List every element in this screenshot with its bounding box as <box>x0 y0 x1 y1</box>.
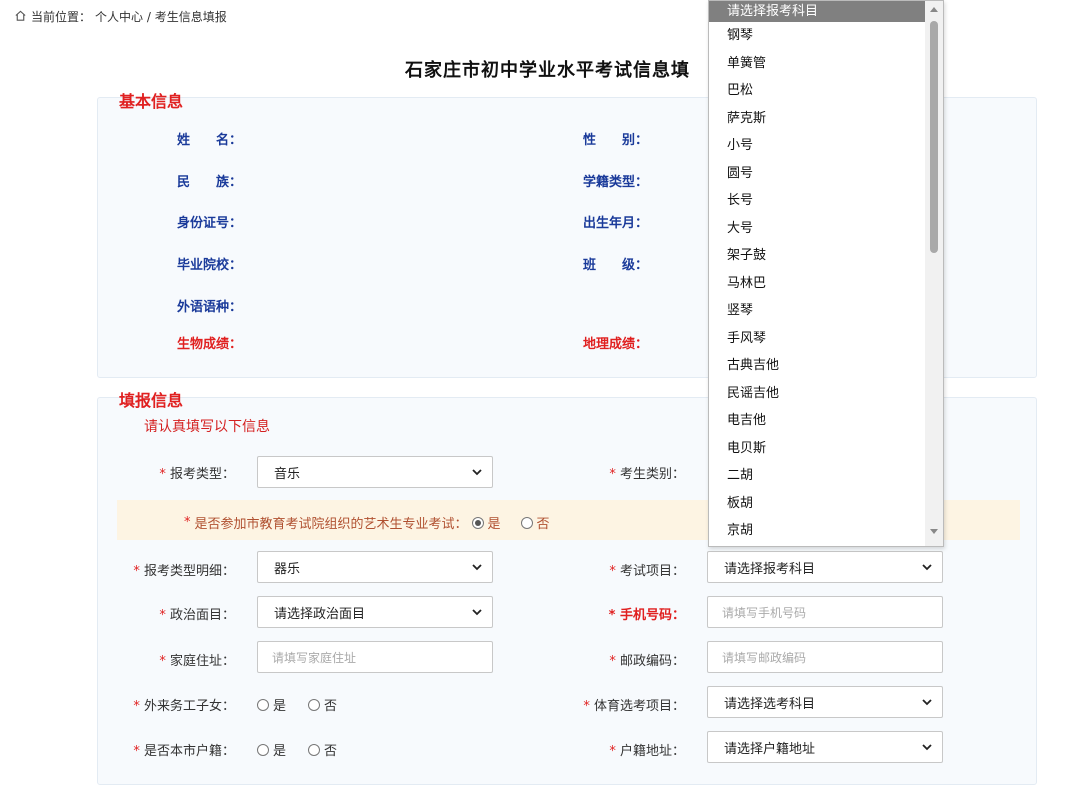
dropdown-option[interactable]: 圆号 <box>709 160 943 188</box>
breadcrumb: 当前位置： 个人中心 / 考生信息填报 <box>14 8 227 25</box>
political-value: 请选择政治面目 <box>274 606 366 622</box>
political-label: * 政治面目： <box>159 608 235 623</box>
local-hukou-no-label: 否 <box>324 744 338 759</box>
dropdown-option[interactable]: 竖琴 <box>709 297 943 325</box>
migrant-yes-radio[interactable] <box>257 698 269 711</box>
chevron-down-icon <box>472 564 482 571</box>
migrant-no-radio[interactable] <box>308 698 321 711</box>
address-label: * 家庭住址： <box>159 654 235 669</box>
dropdown-option[interactable]: 大号 <box>709 215 943 243</box>
chevron-down-icon <box>472 469 482 476</box>
scroll-thumb[interactable] <box>930 21 938 253</box>
dropdown-option[interactable]: 长号 <box>709 187 943 215</box>
postcode-input[interactable]: 请填写邮政编码 <box>707 641 943 673</box>
dropdown-option[interactable]: 手风琴 <box>709 325 943 353</box>
page-title: 石家庄市初中学业水平考试信息填 <box>405 60 690 81</box>
phone-label: * 手机号码： <box>608 608 685 623</box>
local-hukou-label: * 是否本市户籍： <box>133 744 235 759</box>
art-exam-no-label: 否 <box>536 517 550 532</box>
scroll-down-icon[interactable] <box>929 528 939 536</box>
name-label: 姓 名： <box>177 133 243 148</box>
exam-type-select[interactable]: 音乐 <box>257 456 493 488</box>
exam-type-value: 音乐 <box>274 466 301 482</box>
dropdown-option[interactable]: 马林巴 <box>709 270 943 298</box>
dropdown-option[interactable]: 萨克斯 <box>709 105 943 133</box>
phone-input[interactable]: 请填写手机号码 <box>707 596 943 628</box>
art-exam-yes-radio[interactable] <box>471 516 484 529</box>
dropdown-option[interactable]: 电贝斯 <box>709 435 943 463</box>
migrant-no-label: 否 <box>324 699 338 714</box>
dropdown-option[interactable]: 巴松 <box>709 77 943 105</box>
address-input[interactable]: 请填写家庭住址 <box>257 641 493 673</box>
exam-item-dropdown[interactable]: 请选择报考科目 钢琴 单簧管 巴松 萨克斯 小号 圆号 长号 大号 架子鼓 马林巴 竖琴 手风琴 古典吉他… <box>708 0 944 547</box>
dropdown-option[interactable]: 板胡 <box>709 490 943 518</box>
postcode-label: * 邮政编码： <box>609 654 685 669</box>
language-label: 外语语种： <box>177 300 243 315</box>
chevron-down-icon <box>922 699 932 706</box>
biology-label: 生物成绩： <box>177 337 243 352</box>
art-exam-yes-label: 是 <box>487 517 501 532</box>
local-hukou-radio-group: 是 否 <box>257 740 337 759</box>
dropdown-option[interactable]: 请选择报考科目 <box>709 1 943 22</box>
dropdown-options: 请选择报考科目 钢琴 单簧管 巴松 萨克斯 小号 圆号 长号 大号 架子鼓 马林巴 竖琴 手风琴 古典吉他… <box>709 1 943 545</box>
chevron-down-icon <box>922 744 932 751</box>
postcode-placeholder: 请填写邮政编码 <box>722 650 807 665</box>
fill-info-title: 填报信息 <box>119 391 184 410</box>
dropdown-option[interactable]: 电吉他 <box>709 407 943 435</box>
dropdown-option[interactable]: 单簧管 <box>709 50 943 78</box>
home-icon <box>14 9 27 25</box>
pe-item-value: 请选择选考科目 <box>724 696 816 712</box>
basic-info-title: 基本信息 <box>119 92 184 111</box>
hukou-address-value: 请选择户籍地址 <box>724 741 816 757</box>
chevron-down-icon <box>472 609 482 616</box>
school-label: 毕业院校： <box>177 258 243 273</box>
hukou-address-label: * 户籍地址： <box>609 744 685 759</box>
geography-label: 地理成绩： <box>583 337 649 352</box>
political-select[interactable]: 请选择政治面目 <box>257 596 493 628</box>
local-hukou-no-radio[interactable] <box>308 743 321 756</box>
scroll-up-icon[interactable] <box>929 5 939 13</box>
breadcrumb-prefix: 当前位置： <box>31 10 92 24</box>
dropdown-option[interactable]: 古典吉他 <box>709 352 943 380</box>
exam-type-detail-label: * 报考类型明细： <box>133 564 235 579</box>
class-label: 班 级： <box>583 258 649 273</box>
art-exam-no-radio[interactable] <box>520 516 533 529</box>
birth-label: 出生年月： <box>583 216 649 231</box>
exam-type-detail-value: 器乐 <box>274 561 301 577</box>
exam-item-label: * 考试项目： <box>609 564 685 579</box>
chevron-down-icon <box>922 564 932 571</box>
exam-type-label: * 报考类型： <box>159 467 235 482</box>
address-placeholder: 请填写家庭住址 <box>272 650 357 665</box>
migrant-yes-label: 是 <box>273 699 287 714</box>
ethnicity-label: 民 族： <box>177 175 243 190</box>
dropdown-scrollbar[interactable] <box>925 1 943 546</box>
local-hukou-yes-radio[interactable] <box>257 743 269 756</box>
gender-label: 性 别： <box>583 133 649 148</box>
migrant-radio-group: 是 否 <box>257 695 337 714</box>
pe-item-select[interactable]: 请选择选考科目 <box>707 686 943 718</box>
enroll-type-label: 学籍类型： <box>583 175 649 190</box>
breadcrumb-path[interactable]: 个人中心 / 考生信息填报 <box>95 8 227 25</box>
pe-item-label: * 体育选考项目： <box>583 699 685 714</box>
exam-item-select[interactable]: 请选择报考科目 <box>707 551 943 583</box>
id-number-label: 身份证号： <box>177 216 243 231</box>
exam-type-detail-select[interactable]: 器乐 <box>257 551 493 583</box>
dropdown-option[interactable]: 二胡 <box>709 462 943 490</box>
migrant-label: * 外来务工子女： <box>133 699 235 714</box>
dropdown-option[interactable]: 钢琴 <box>709 22 943 50</box>
dropdown-option[interactable]: 京胡 <box>709 517 943 545</box>
dropdown-option[interactable]: 民谣吉他 <box>709 380 943 408</box>
student-category-label: * 考生类别： <box>609 467 685 482</box>
dropdown-option[interactable]: 架子鼓 <box>709 242 943 270</box>
notice-text: 请认真填写以下信息 <box>144 419 270 435</box>
hukou-address-select[interactable]: 请选择户籍地址 <box>707 731 943 763</box>
art-exam-question: * 是否参加市教育考试院组织的艺术生专业考试： 是 否 <box>184 515 550 532</box>
dropdown-option[interactable]: 小号 <box>709 132 943 160</box>
local-hukou-yes-label: 是 <box>273 744 287 759</box>
phone-placeholder: 请填写手机号码 <box>722 605 807 620</box>
exam-item-value: 请选择报考科目 <box>724 561 816 577</box>
